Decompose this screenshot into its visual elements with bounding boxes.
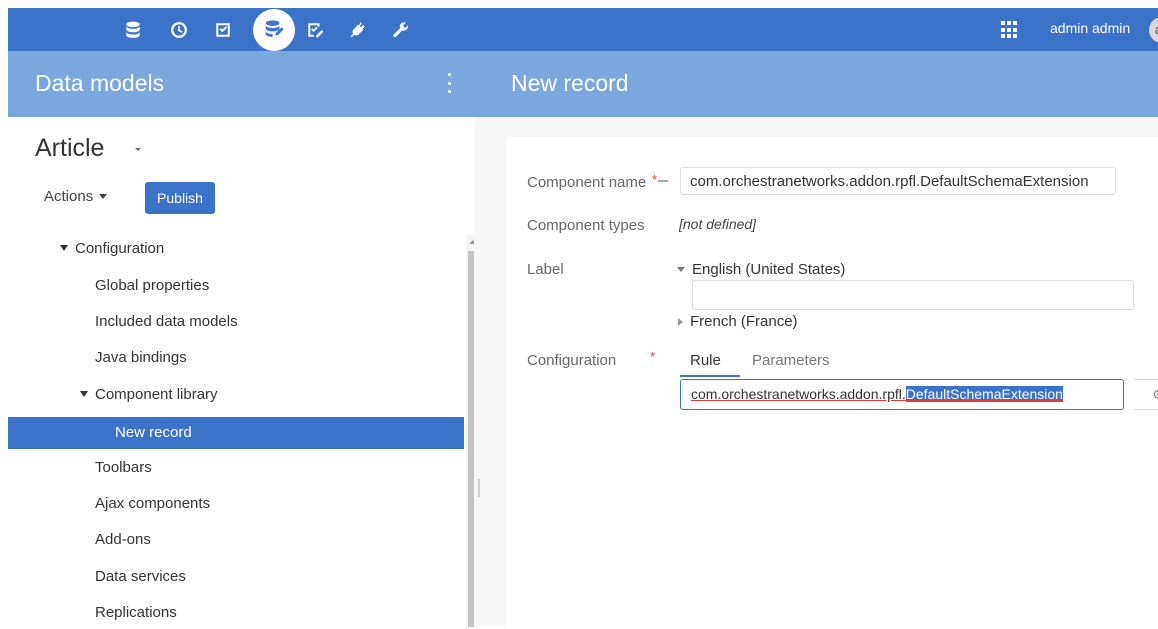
publish-button[interactable]: Publish: [145, 182, 215, 214]
active-tab-indicator: [680, 375, 740, 377]
page-title: New record: [511, 70, 629, 96]
data-model-title[interactable]: Article: [35, 134, 104, 163]
component-types-value: [not defined]: [679, 216, 757, 232]
expand-triangle-icon: [678, 317, 683, 326]
lang-french-toggle[interactable]: French (France): [678, 313, 798, 330]
tab-rule[interactable]: Rule: [690, 352, 721, 369]
apps-grid-icon[interactable]: [1001, 21, 1019, 39]
tree-item-label: Component library: [95, 386, 218, 403]
header-band: Data models New record: [8, 51, 1158, 117]
more-options-icon[interactable]: [446, 73, 452, 93]
tree-item-java-bindings[interactable]: Java bindings: [95, 342, 187, 374]
top-toolbar: admin admin ad: [8, 8, 1158, 51]
settings-icon[interactable]: ⚙: [1152, 387, 1158, 402]
tree-item-ajax-components[interactable]: Ajax components: [95, 488, 210, 520]
clock-icon[interactable]: [163, 14, 195, 46]
label-english-input[interactable]: [692, 280, 1134, 310]
panel-title: Data models: [35, 70, 165, 96]
checkbox-icon[interactable]: [207, 14, 239, 46]
component-name-label: Component name: [527, 174, 647, 191]
lang-english-label: English (United States): [692, 261, 846, 278]
plug-icon[interactable]: [342, 14, 374, 46]
tree-item-component-library[interactable]: Component library: [80, 379, 218, 411]
component-types-label: Component types: [527, 217, 645, 234]
tree-item-included-data-models[interactable]: Included data models: [95, 306, 238, 338]
rule-field-addon[interactable]: ⚙: [1134, 379, 1158, 410]
database-icon[interactable]: [117, 14, 149, 46]
required-marker: *: [650, 349, 656, 364]
splitter-grip[interactable]: [478, 479, 480, 497]
wrench-icon[interactable]: [385, 14, 417, 46]
user-name[interactable]: admin admin: [1050, 20, 1130, 36]
tree-item-data-services[interactable]: Data services: [95, 561, 186, 593]
navigation-panel: Article Actions Publish Configuration Gl…: [8, 117, 482, 627]
caret-down-icon: [99, 194, 108, 199]
tree-item-label: Configuration: [75, 240, 165, 257]
component-name-field[interactable]: com.orchestranetworks.addon.rpfl.Default…: [680, 167, 1116, 195]
rule-value-prefix: com.orchestranetworks.addon.rpfl.: [691, 386, 906, 402]
chevron-down-icon[interactable]: [135, 148, 141, 151]
tree-item-configuration[interactable]: Configuration: [60, 233, 164, 265]
tree-item-add-ons[interactable]: Add-ons: [95, 524, 151, 556]
required-marker: *: [652, 172, 658, 187]
panel-splitter[interactable]: [474, 117, 498, 627]
lang-french-label: French (France): [690, 313, 798, 330]
record-form: Component name * com.orchestranetworks.a…: [506, 137, 1158, 627]
tab-parameters[interactable]: Parameters: [752, 352, 830, 369]
data-model-icon[interactable]: [253, 9, 295, 51]
collapse-triangle-icon: [677, 267, 685, 272]
tree-item-global-properties[interactable]: Global properties: [95, 270, 209, 302]
tree-item-label: New record: [115, 424, 192, 441]
tree-item-toolbars[interactable]: Toolbars: [95, 452, 152, 484]
avatar[interactable]: ad: [1149, 17, 1158, 43]
actions-label: Actions: [44, 188, 94, 205]
lang-english-toggle[interactable]: English (United States): [677, 261, 845, 278]
expand-triangle-icon[interactable]: [60, 245, 68, 252]
info-dash-icon: [658, 180, 668, 182]
edit-check-icon[interactable]: [299, 14, 331, 46]
label-field-label: Label: [527, 261, 564, 278]
configuration-label: Configuration: [527, 352, 617, 369]
tree-item-new-record[interactable]: New record: [8, 417, 464, 449]
tree-item-replications[interactable]: Replications: [95, 597, 177, 629]
rule-value-selected: DefaultSchemaExtension: [905, 386, 1063, 402]
rule-class-input[interactable]: com.orchestranetworks.addon.rpfl.Default…: [680, 379, 1124, 410]
actions-menu-button[interactable]: Actions: [44, 188, 108, 205]
expand-triangle-icon[interactable]: [80, 391, 88, 398]
detail-panel: Component name * com.orchestranetworks.a…: [498, 117, 1158, 627]
